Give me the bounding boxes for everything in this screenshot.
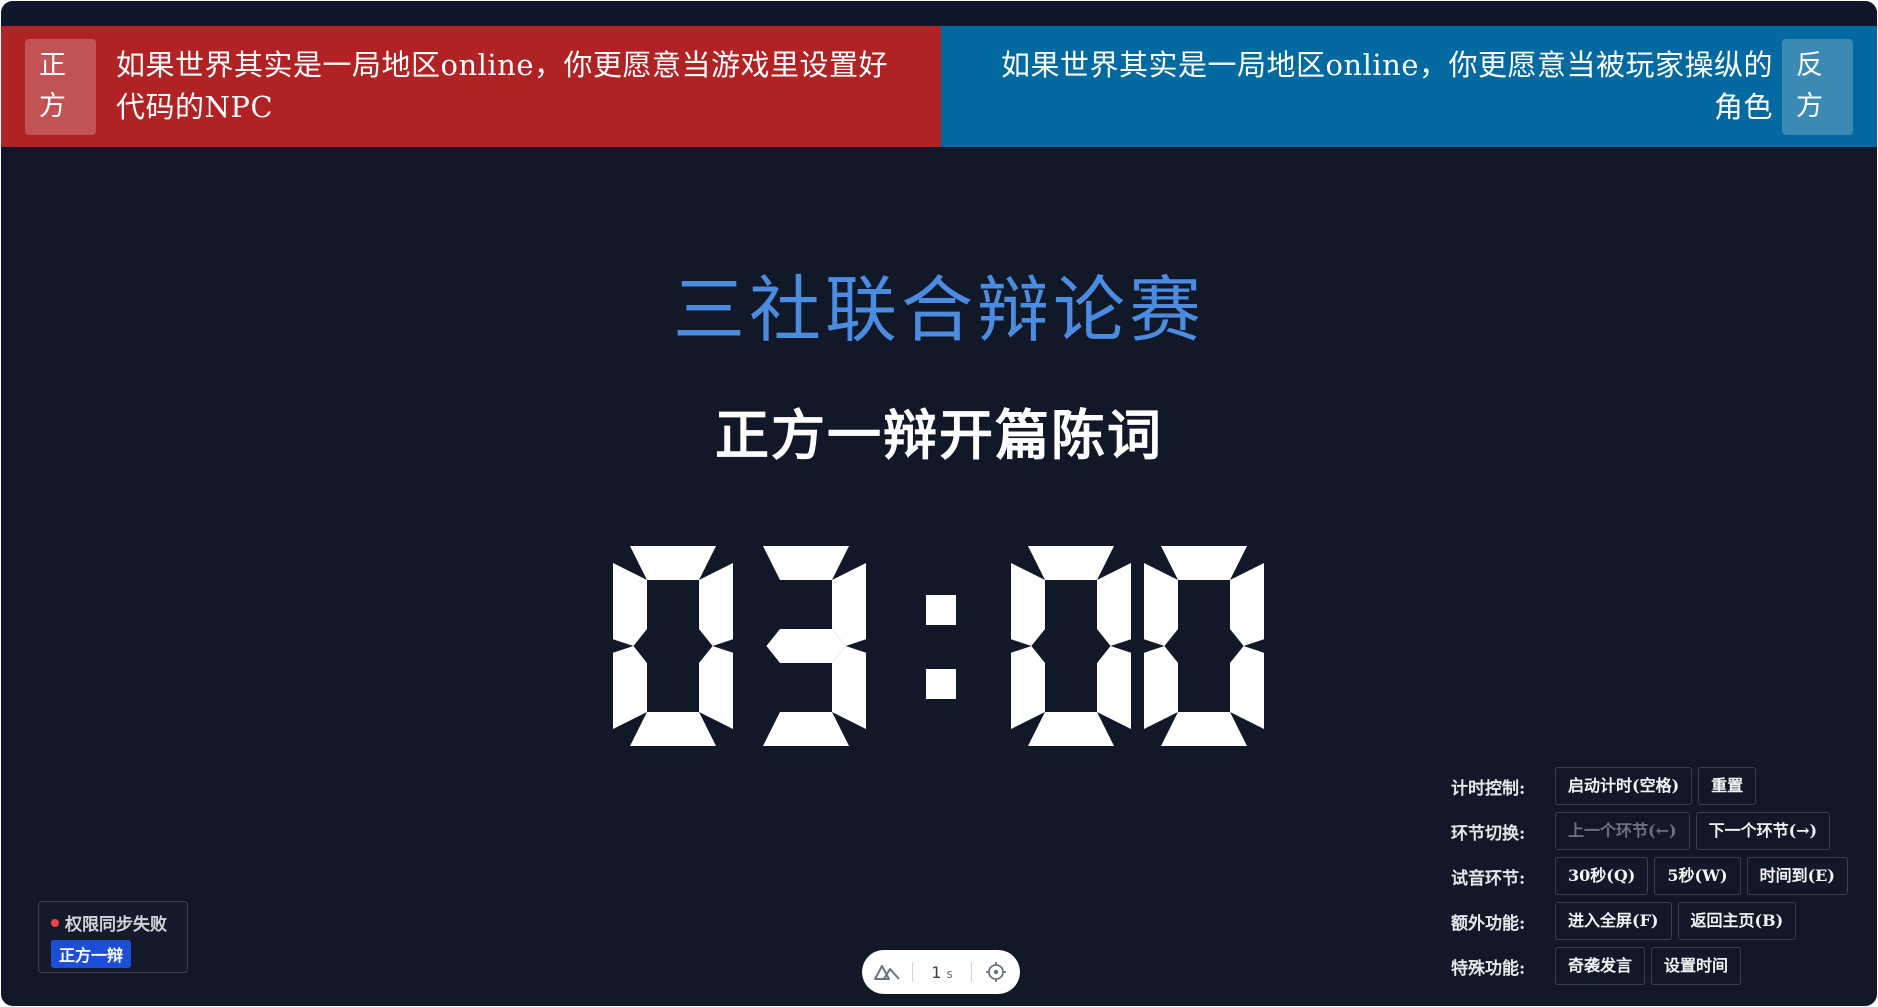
timer-segment	[1028, 712, 1114, 746]
devtools-pill[interactable]: 1 s	[862, 950, 1020, 994]
timer-segment	[630, 546, 716, 580]
next-stage-button[interactable]: 下一个环节(→)	[1695, 812, 1831, 850]
timer-segment	[699, 563, 733, 646]
status-dot-icon	[51, 918, 59, 927]
stage-switch-row: 环节切换: 上一个环节(←) 下一个环节(→)	[1451, 812, 1854, 850]
special-function-label: 特殊功能:	[1451, 958, 1526, 979]
timer-segment	[1230, 646, 1264, 729]
timer-control-row: 计时控制: 启动计时(空格) 重置	[1451, 767, 1854, 805]
timer-colon-dot	[926, 595, 956, 625]
negative-side-tag: 反 方	[1782, 39, 1853, 135]
top-strip	[1, 1, 1877, 26]
timer-segment	[766, 629, 846, 663]
affirmative-motion: 如果世界其实是一局地区online，你更愿意当游戏里设置好代码的NPC	[116, 48, 889, 124]
permission-status-box: 权限同步失败 正方一辩	[38, 901, 188, 973]
timer-segment	[832, 563, 866, 646]
stage-switch-label: 环节切换:	[1451, 823, 1526, 844]
negative-tag-line2: 方	[1796, 91, 1825, 122]
render-time-value: 1	[931, 962, 942, 982]
render-time-unit: s	[946, 966, 953, 981]
affirmative-side-tag: 正 方	[25, 39, 96, 135]
timer-segment	[613, 646, 647, 729]
timer-segment	[763, 712, 849, 746]
timer-segment	[1097, 646, 1131, 729]
role-badge: 正方一辩	[51, 940, 132, 968]
special-function-row: 特殊功能: 奇袭发言 设置时间	[1451, 947, 1854, 985]
set-time-button[interactable]: 设置时间	[1651, 947, 1742, 985]
affirmative-tag-line1: 正	[39, 50, 68, 81]
timer-colon-dot	[926, 669, 956, 699]
reset-button[interactable]: 重置	[1698, 767, 1757, 805]
timer-segment	[1230, 563, 1264, 646]
crosshair-icon[interactable]	[972, 961, 1020, 983]
negative-banner: 如果世界其实是一局地区online，你更愿意当被玩家操纵的 角色 反 方	[941, 26, 1877, 147]
timer-segment	[630, 712, 716, 746]
sound-test-label: 试音环节:	[1451, 868, 1526, 889]
test-timeup-button[interactable]: 时间到(E)	[1746, 857, 1848, 895]
timer-segment	[832, 646, 866, 729]
extra-function-row: 额外功能: 进入全屏(F) 返回主页(B)	[1451, 902, 1854, 940]
negative-motion: 如果世界其实是一局地区online，你更愿意当被玩家操纵的 角色	[973, 44, 1773, 128]
sound-test-row: 试音环节: 30秒(Q) 5秒(W) 时间到(E)	[1451, 857, 1854, 895]
timer-segment	[1028, 546, 1114, 580]
nuxt-logo-icon[interactable]	[862, 963, 912, 981]
negative-motion-line2: 角色	[1713, 90, 1773, 124]
timer-segment	[1161, 712, 1247, 746]
timer-segment	[699, 646, 733, 729]
timer-segment	[1011, 563, 1045, 646]
timer-digit-1	[613, 546, 733, 746]
event-title: 三社联合辩论赛	[672, 268, 1205, 352]
test-30s-button[interactable]: 30秒(Q)	[1555, 857, 1649, 895]
test-5s-button[interactable]: 5秒(W)	[1654, 857, 1741, 895]
prev-stage-button[interactable]: 上一个环节(←)	[1555, 812, 1690, 850]
app-frame: 正 方 如果世界其实是一局地区online，你更愿意当游戏里设置好代码的NPC …	[1, 1, 1877, 1006]
render-time: 1 s	[913, 963, 971, 982]
timer-segment	[1161, 546, 1247, 580]
timer-digit-3	[1011, 546, 1131, 746]
affirmative-tag-line2: 方	[39, 91, 68, 122]
timer-control-label: 计时控制:	[1451, 778, 1526, 799]
negative-motion-line1: 如果世界其实是一局地区online，你更愿意当被玩家操纵的	[1000, 48, 1773, 82]
timer-digit-4	[1144, 546, 1264, 746]
countdown-timer	[613, 546, 1264, 746]
control-panel: 计时控制: 启动计时(空格) 重置 环节切换: 上一个环节(←) 下一个环节(→…	[1451, 767, 1854, 992]
sync-status-text: 权限同步失败	[65, 915, 167, 935]
sync-status: 权限同步失败	[51, 910, 167, 935]
timer-segment	[1097, 563, 1131, 646]
timer-segment	[613, 563, 647, 646]
timer-segment	[1144, 646, 1178, 729]
extra-function-label: 额外功能:	[1451, 913, 1526, 934]
negative-tag-line1: 反	[1796, 50, 1825, 81]
surprise-speech-button[interactable]: 奇袭发言	[1555, 947, 1646, 985]
stage-title: 正方一辩开篇陈词	[715, 403, 1163, 467]
timer-segment	[1011, 646, 1045, 729]
affirmative-banner: 正 方 如果世界其实是一局地区online，你更愿意当游戏里设置好代码的NPC	[1, 26, 941, 147]
timer-segment	[1144, 563, 1178, 646]
fullscreen-button[interactable]: 进入全屏(F)	[1555, 902, 1672, 940]
timer-segment	[763, 546, 849, 580]
timer-digit-2	[763, 546, 866, 746]
home-button[interactable]: 返回主页(B)	[1677, 902, 1797, 940]
start-timer-button[interactable]: 启动计时(空格)	[1555, 767, 1693, 805]
